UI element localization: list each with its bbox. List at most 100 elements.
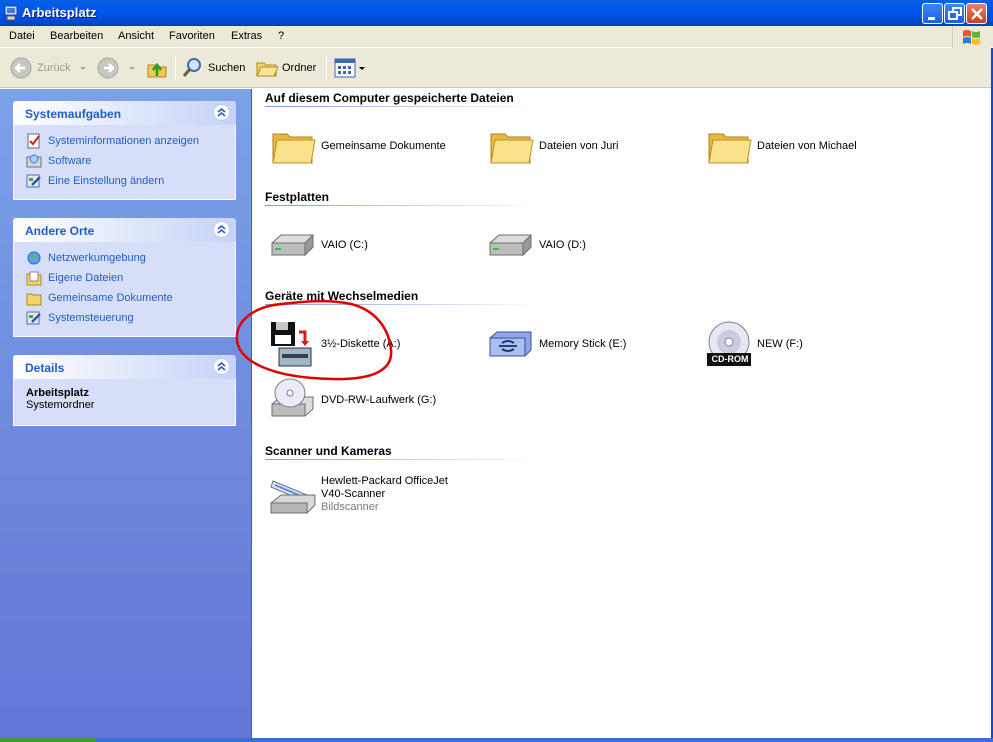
back-button[interactable]: Zurück (9, 55, 89, 81)
collapse-button[interactable] (213, 104, 230, 121)
menu-favoriten[interactable]: Favoriten (169, 30, 215, 42)
place-label: Systemsteuerung (48, 312, 134, 324)
item-drive-d[interactable]: VAIO (D:) (487, 221, 586, 269)
windows-logo (952, 26, 990, 48)
item-floppy-a[interactable]: 3½-Diskette (A:) (269, 320, 400, 368)
item-label: DVD-RW-Laufwerk (G:) (321, 393, 437, 406)
task-label: Systeminformationen anzeigen (48, 135, 200, 147)
group-header-disks: Festplatten (265, 190, 330, 204)
item-files-juri[interactable]: Dateien von Juri (487, 122, 619, 170)
menu-help[interactable]: ? (278, 30, 284, 42)
other-places-header[interactable]: Andere Orte (13, 218, 236, 242)
taskbar-edge (0, 738, 993, 742)
item-label: Memory Stick (E:) (539, 337, 627, 350)
folders-icon (256, 62, 279, 77)
network-icon (27, 251, 41, 265)
task-label: Software (48, 155, 92, 167)
menu-bearbeiten[interactable]: Bearbeiten (50, 30, 103, 42)
system-info-icon (27, 133, 40, 149)
control-panel-icon (26, 311, 41, 325)
minimize-icon (928, 17, 935, 20)
menu-datei[interactable]: Datei (9, 30, 35, 42)
task-software[interactable]: Software (26, 151, 235, 171)
hard-drive-icon (271, 233, 314, 257)
toolbar-separator (326, 56, 327, 80)
details-box: Details Arbeitsplatz Systemordner (13, 355, 236, 426)
place-label: Eigene Dateien (48, 272, 124, 284)
system-tasks-title: Systemaufgaben (25, 107, 122, 121)
place-label: Netzwerkumgebung (48, 252, 146, 264)
item-label: 3½-Diskette (A:) (321, 337, 401, 350)
chevron-up-icon (217, 107, 226, 117)
details-type: Systemordner (26, 399, 95, 411)
dvd-drive-icon (271, 378, 314, 417)
chevron-up-icon (217, 224, 226, 234)
system-tasks-header[interactable]: Systemaufgaben (13, 101, 236, 125)
scanner-type: Bildscanner (321, 501, 379, 513)
up-folder-button[interactable] (145, 55, 169, 81)
dropdown-arrow-icon[interactable] (357, 62, 367, 74)
task-change-setting[interactable]: Eine Einstellung ändern (26, 171, 235, 191)
minimize-button[interactable] (922, 3, 943, 24)
item-scanner[interactable]: Hewlett-Packard OfficeJet V40-Scanner Bi… (269, 475, 448, 523)
up-folder-icon (147, 62, 167, 78)
place-network[interactable]: Netzwerkumgebung (26, 248, 235, 268)
folder-icon (490, 133, 534, 164)
item-label: Dateien von Michael (757, 139, 857, 152)
hard-drive-icon (489, 233, 532, 257)
cd-rom-badge: CD-ROM (711, 354, 749, 364)
menu-extras[interactable]: Extras (231, 30, 262, 42)
floppy-drive-icon (271, 322, 312, 367)
item-drive-c[interactable]: VAIO (C:) (269, 221, 368, 269)
my-documents-icon (26, 271, 42, 286)
item-label: Dateien von Juri (539, 139, 619, 152)
file-view[interactable]: Auf diesem Computer gespeicherte Dateien… (252, 89, 993, 742)
back-arrow-icon (10, 57, 32, 79)
dropdown-arrow-icon[interactable] (77, 62, 89, 74)
search-label: Suchen (208, 62, 246, 74)
item-label: Gemeinsame Dokumente (321, 139, 446, 152)
task-system-info[interactable]: Systeminformationen anzeigen (26, 131, 235, 151)
forward-button[interactable] (96, 55, 138, 81)
software-icon (26, 154, 42, 168)
computer-icon (4, 5, 18, 21)
details-title: Details (25, 361, 65, 375)
search-icon (182, 58, 201, 77)
dropdown-arrow-icon[interactable] (126, 62, 138, 74)
details-header[interactable]: Details (13, 355, 236, 379)
place-my-documents[interactable]: Eigene Dateien (26, 268, 235, 288)
toolbar-separator (175, 56, 176, 80)
views-icon (334, 58, 356, 78)
forward-arrow-icon (97, 57, 119, 79)
control-panel-icon (26, 174, 41, 188)
chevron-up-icon (217, 361, 226, 371)
title-bar[interactable]: Arbeitsplatz (0, 0, 993, 26)
restore-button[interactable] (944, 3, 965, 24)
item-shared-documents[interactable]: Gemeinsame Dokumente (269, 122, 446, 170)
group-header-files: Auf diesem Computer gespeicherte Dateien (265, 91, 514, 105)
menu-bar: Datei Bearbeiten Ansicht Favoriten Extra… (0, 26, 993, 48)
item-dvd-g[interactable]: DVD-RW-Laufwerk (G:) (269, 376, 436, 424)
scanner-label: Hewlett-Packard OfficeJet V40-Scanner Bi… (321, 475, 448, 514)
scanner-name-line1: Hewlett-Packard OfficeJet (321, 475, 448, 487)
item-label: VAIO (C:) (321, 238, 368, 251)
close-button[interactable] (966, 3, 987, 24)
group-divider (265, 459, 542, 460)
place-control-panel[interactable]: Systemsteuerung (26, 308, 235, 328)
back-label: Zurück (37, 62, 71, 74)
item-files-michael[interactable]: Dateien von Michael (705, 122, 857, 170)
other-places-title: Andere Orte (25, 224, 95, 238)
views-button[interactable] (333, 55, 367, 81)
place-shared-documents[interactable]: Gemeinsame Dokumente (26, 288, 235, 308)
collapse-button[interactable] (213, 221, 230, 238)
item-memory-stick-e[interactable]: Memory Stick (E:) (487, 320, 626, 368)
menu-ansicht[interactable]: Ansicht (118, 30, 154, 42)
item-label: VAIO (D:) (539, 238, 586, 251)
folders-button[interactable]: Ordner (255, 55, 316, 81)
collapse-button[interactable] (213, 358, 230, 375)
search-button[interactable]: Suchen (181, 55, 245, 81)
item-label: NEW (F:) (757, 337, 803, 350)
details-name: Arbeitsplatz (26, 387, 89, 399)
system-tasks-box: Systemaufgaben Systeminformationen anzei… (13, 101, 236, 200)
window-title: Arbeitsplatz (22, 5, 97, 20)
